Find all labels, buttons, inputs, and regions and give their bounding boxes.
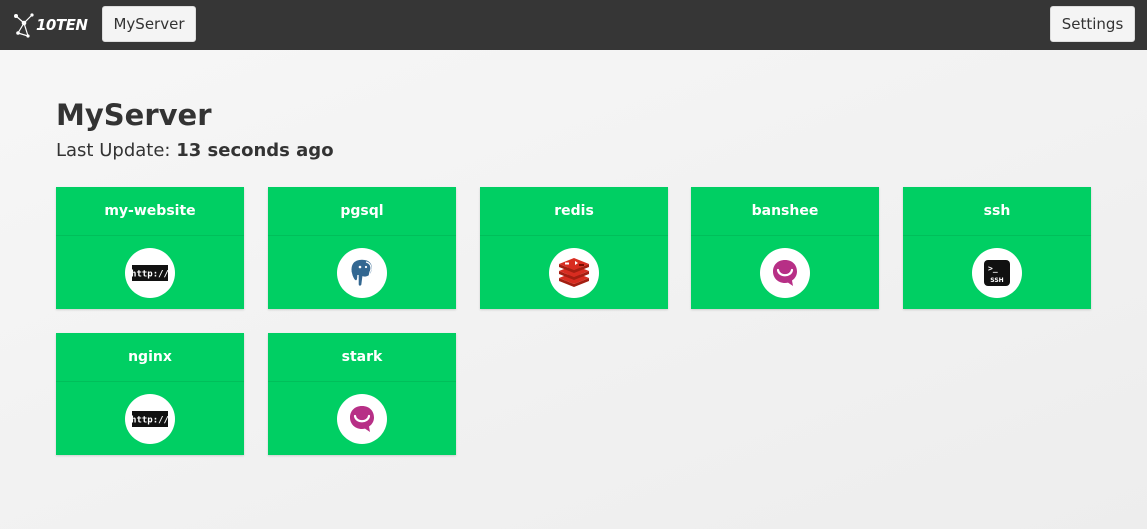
page-title: MyServer [56,98,212,132]
postgresql-elephant-icon [337,248,387,298]
svg-text:>_: >_ [988,264,998,273]
svg-text:SSH: SSH [990,277,1003,284]
constellation-logo-icon [14,13,34,38]
server-button[interactable]: MyServer [102,6,196,42]
ssh-terminal-icon: >_ SSH [972,248,1022,298]
service-name: my-website [56,187,244,236]
top-navbar: 10TEN MyServer Settings [0,0,1147,50]
service-card-redis[interactable]: redis [480,187,668,309]
svg-text:http://: http:// [132,416,168,426]
service-name: stark [268,333,456,382]
http-icon: http:// [125,248,175,298]
brand-logo[interactable]: 10TEN [12,10,92,40]
banshee-smile-icon [337,394,387,444]
service-card-nginx[interactable]: nginx http:// [56,333,244,455]
service-card-pgsql[interactable]: pgsql [268,187,456,309]
service-name: pgsql [268,187,456,236]
redis-icon [549,248,599,298]
logo-text: 10TEN [36,16,88,34]
service-name: nginx [56,333,244,382]
service-card-ssh[interactable]: ssh >_ SSH [903,187,1091,309]
banshee-smile-icon [760,248,810,298]
last-update: Last Update: 13 seconds ago [56,140,334,161]
service-card-my-website[interactable]: my-website http:// [56,187,244,309]
settings-button[interactable]: Settings [1050,6,1135,42]
service-name: redis [480,187,668,236]
last-update-value: 13 seconds ago [176,140,334,161]
service-card-stark[interactable]: stark [268,333,456,455]
svg-text:http://: http:// [132,270,168,280]
http-icon: http:// [125,394,175,444]
service-name: banshee [691,187,879,236]
service-name: ssh [903,187,1091,236]
last-update-label: Last Update: [56,140,171,161]
service-card-banshee[interactable]: banshee [691,187,879,309]
